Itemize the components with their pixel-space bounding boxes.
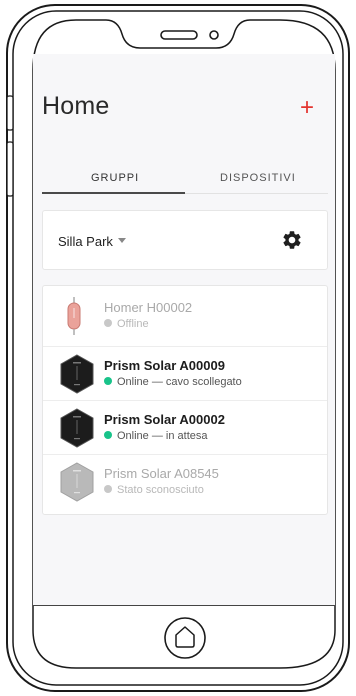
- group-name: Silla Park: [58, 234, 113, 249]
- status-dot-icon: [104, 485, 112, 494]
- device-status: Offline: [104, 318, 149, 330]
- device-row[interactable]: Prism Solar A00009 Online — cavo scolleg…: [43, 347, 327, 401]
- gear-icon[interactable]: [281, 229, 303, 251]
- device-row[interactable]: Prism Solar A08545 Stato sconosciuto: [43, 455, 327, 509]
- tab-devices[interactable]: DISPOSITIVI: [220, 172, 296, 184]
- tab-groups[interactable]: GRUPPI: [91, 172, 139, 184]
- group-card: Silla Park: [42, 210, 328, 270]
- add-button[interactable]: +: [294, 95, 320, 121]
- device-name: Prism Solar A08545: [104, 466, 219, 481]
- status-dot-icon: [104, 377, 112, 386]
- device-name: Prism Solar A00009: [104, 358, 225, 373]
- status-text: Offline: [117, 318, 149, 330]
- device-name: Homer H00002: [104, 300, 193, 315]
- page-title: Home: [42, 92, 110, 120]
- group-selector[interactable]: Silla Park: [58, 234, 126, 249]
- device-list: Homer H00002 Offline Prism Solar A00009 …: [42, 285, 328, 515]
- homer-device-icon: [57, 296, 91, 336]
- device-name: Prism Solar A00002: [104, 412, 225, 427]
- device-status: Stato sconosciuto: [104, 484, 204, 496]
- prism-device-icon: [57, 462, 97, 502]
- app-screen: Home + GRUPPI DISPOSITIVI Silla Park Hom…: [33, 54, 335, 606]
- home-button[interactable]: [162, 615, 208, 661]
- device-status: Online — in attesa: [104, 430, 208, 442]
- device-status: Online — cavo scollegato: [104, 376, 242, 388]
- status-text: Online — cavo scollegato: [117, 376, 242, 388]
- active-tab-indicator: [42, 192, 185, 194]
- device-row[interactable]: Homer H00002 Offline: [43, 289, 327, 343]
- bottom-divider: [33, 605, 335, 606]
- caret-down-icon: [117, 238, 126, 244]
- tab-divider: [185, 193, 328, 194]
- status-dot-icon: [104, 319, 112, 328]
- device-row[interactable]: Prism Solar A00002 Online — in attesa: [43, 401, 327, 455]
- status-text: Online — in attesa: [117, 430, 208, 442]
- prism-device-icon: [57, 408, 97, 448]
- status-dot-icon: [104, 431, 112, 440]
- prism-device-icon: [57, 354, 97, 394]
- status-text: Stato sconosciuto: [117, 484, 204, 496]
